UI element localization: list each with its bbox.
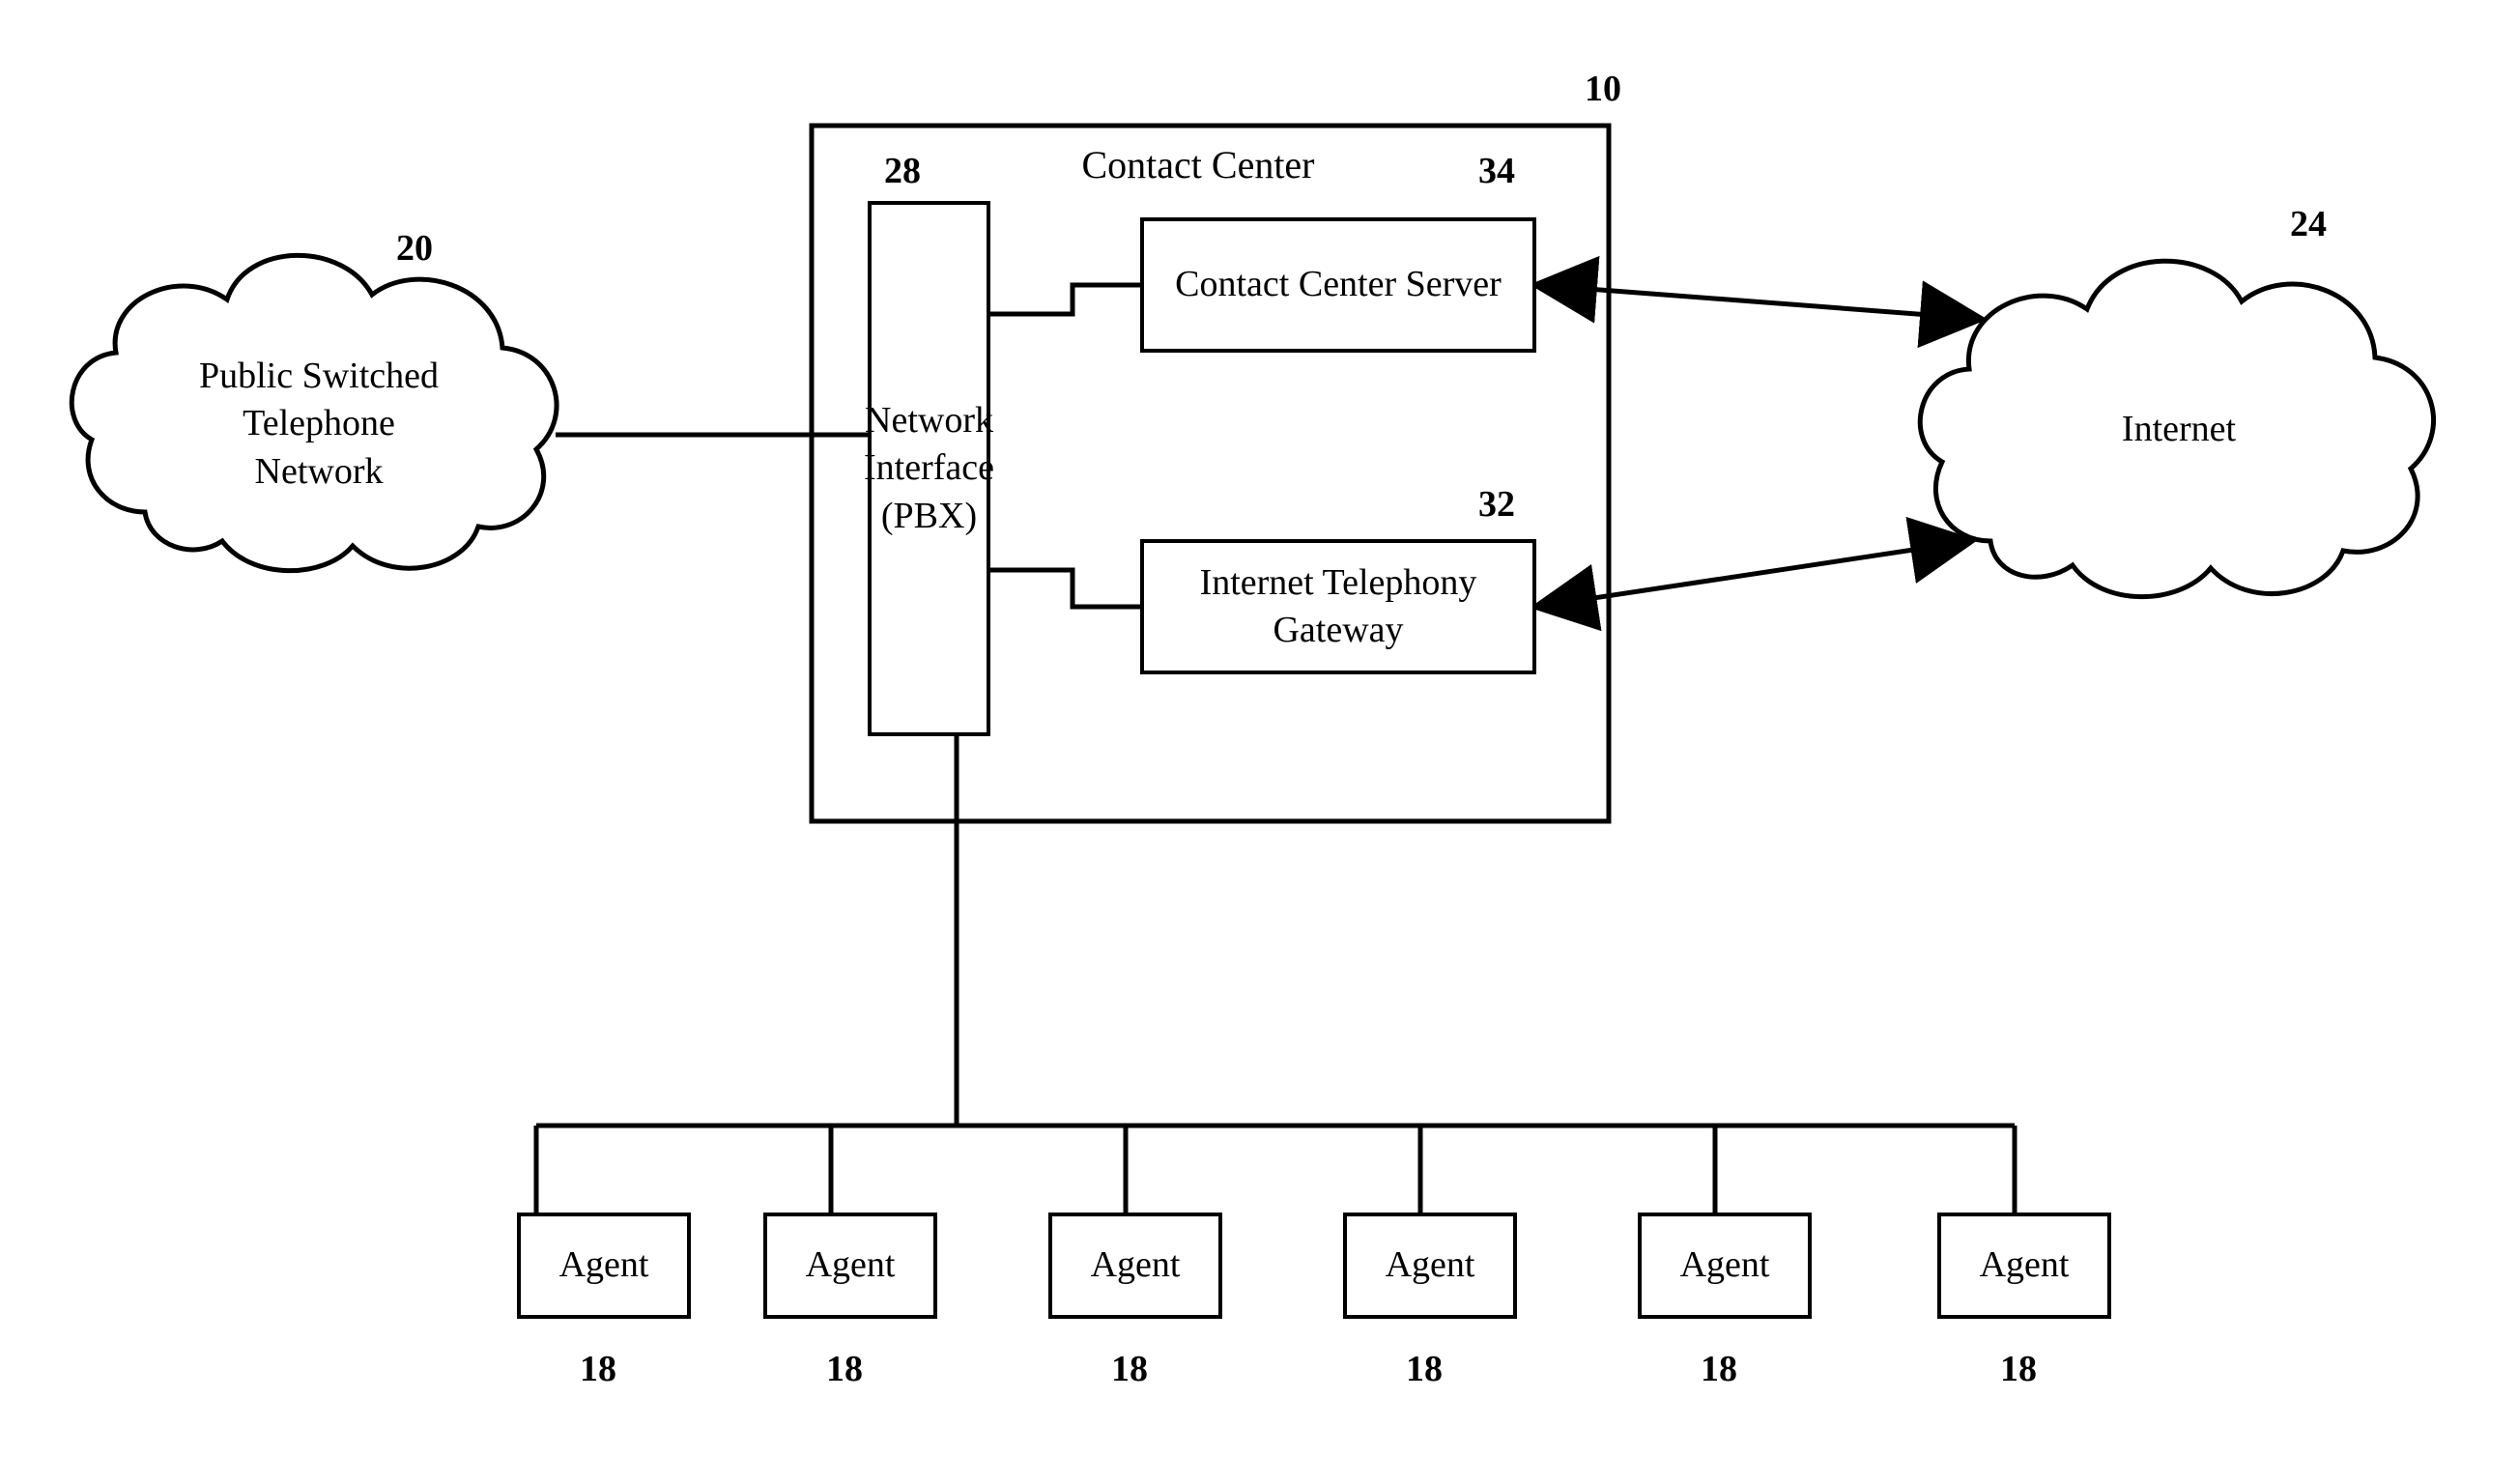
agent-box-1: Agent — [517, 1213, 691, 1319]
pbx-box: Network Interface (PBX) — [868, 201, 990, 736]
agent-box-2: Agent — [763, 1213, 937, 1319]
agent-ref-2: 18 — [826, 1348, 863, 1390]
agent-box-4: Agent — [1343, 1213, 1517, 1319]
pstn-label: Public Switched Telephone Network — [135, 353, 502, 496]
line-pbx-gateway — [990, 570, 1140, 607]
internet-label: Internet — [2053, 406, 2304, 453]
gateway-box: Internet Telephony Gateway — [1140, 539, 1536, 674]
pbx-label: Network Interface (PBX) — [864, 397, 994, 540]
agent-label-2: Agent — [806, 1241, 896, 1289]
contact-center-ref: 10 — [1585, 68, 1621, 110]
agent-label-1: Agent — [559, 1241, 649, 1289]
agent-box-5: Agent — [1638, 1213, 1812, 1319]
agent-box-6: Agent — [1937, 1213, 2111, 1319]
agent-label-3: Agent — [1091, 1241, 1181, 1289]
agent-label-5: Agent — [1680, 1241, 1770, 1289]
agent-box-3: Agent — [1048, 1213, 1222, 1319]
gateway-ref: 32 — [1478, 483, 1515, 526]
agent-ref-1: 18 — [580, 1348, 616, 1390]
diagram-root: Public Switched Telephone Network 20 Int… — [0, 0, 2518, 1484]
contact-center-title: Contact Center — [1044, 140, 1353, 190]
line-gateway-internet — [1536, 541, 1971, 607]
server-label: Contact Center Server — [1175, 261, 1502, 308]
pbx-ref: 28 — [884, 150, 921, 192]
line-pbx-server — [990, 285, 1140, 314]
agent-ref-3: 18 — [1111, 1348, 1148, 1390]
line-server-internet — [1536, 285, 1981, 319]
internet-ref: 24 — [2290, 203, 2327, 245]
server-box: Contact Center Server — [1140, 217, 1536, 353]
server-ref: 34 — [1478, 150, 1515, 192]
pstn-ref: 20 — [396, 227, 433, 270]
gateway-label: Internet Telephony Gateway — [1144, 559, 1532, 655]
agent-ref-5: 18 — [1701, 1348, 1737, 1390]
agent-label-4: Agent — [1386, 1241, 1475, 1289]
agent-ref-6: 18 — [2000, 1348, 2037, 1390]
agent-label-6: Agent — [1980, 1241, 2070, 1289]
agent-ref-4: 18 — [1406, 1348, 1443, 1390]
